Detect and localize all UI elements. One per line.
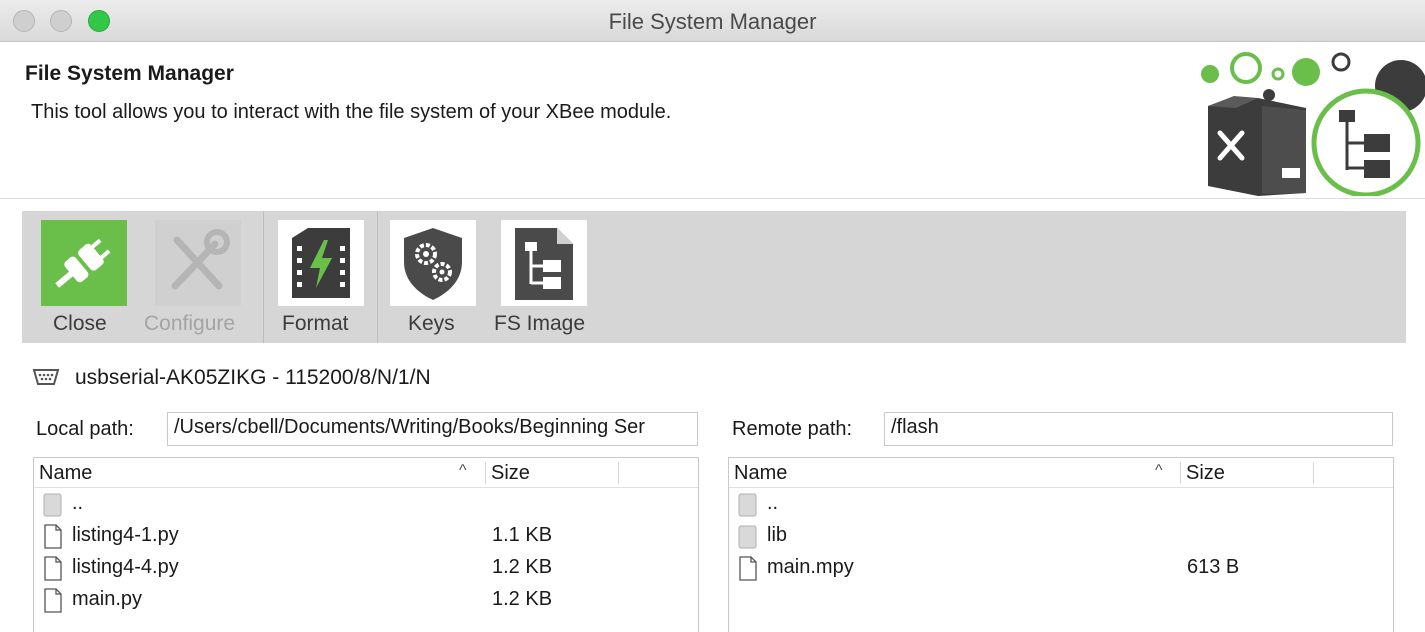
file-name: main.py: [72, 588, 143, 610]
table-header: Name ^ Size: [729, 458, 1393, 488]
file-size: 1.1 KB: [492, 524, 553, 546]
keys-label: Keys: [408, 312, 455, 335]
configure-label: Configure: [144, 312, 236, 335]
wrench-screwdriver-icon: [155, 220, 241, 306]
file-name: ..: [767, 492, 779, 514]
table-row[interactable]: main.py 1.2 KB: [34, 585, 698, 617]
file-name: lib: [767, 524, 788, 546]
toolbar-separator: [263, 211, 264, 343]
close-connection-button[interactable]: Close: [40, 211, 128, 343]
folder-icon: [43, 493, 62, 517]
connection-status: usbserial-AK05ZIKG - 115200/8/N/1/N: [75, 366, 431, 389]
size-column-header[interactable]: Size: [1186, 462, 1225, 485]
local-path-label: Local path:: [36, 418, 134, 440]
sort-ascending-icon[interactable]: ^: [1155, 462, 1163, 480]
name-column-header[interactable]: Name: [39, 462, 92, 485]
size-column-header[interactable]: Size: [491, 462, 530, 485]
file-name: listing4-4.py: [72, 556, 179, 578]
column-divider[interactable]: [1180, 462, 1181, 484]
file-icon: [44, 556, 62, 581]
table-row[interactable]: ..: [34, 489, 698, 521]
file-system-manager-logo: [1201, 52, 1425, 196]
toolbar: Close Configure Format Keys FS Image: [22, 211, 1406, 343]
file-icon: [44, 524, 62, 549]
table-row[interactable]: lib: [729, 521, 1393, 553]
local-file-table[interactable]: Name ^ Size .. listing4-1.py 1.1 KB list…: [33, 457, 699, 632]
file-name: main.mpy: [767, 556, 854, 578]
table-row[interactable]: listing4-1.py 1.1 KB: [34, 521, 698, 553]
serial-port-icon: [32, 369, 60, 385]
file-name: ..: [72, 492, 84, 514]
remote-file-table[interactable]: Name ^ Size .. lib main.mpy 613 B: [728, 457, 1394, 632]
file-size: 1.2 KB: [492, 556, 553, 578]
plug-disconnect-icon: [41, 220, 127, 306]
folder-tree-document-icon: [501, 220, 587, 306]
close-label: Close: [53, 312, 107, 335]
fs-image-label: FS Image: [494, 312, 586, 335]
local-path-input[interactable]: /Users/cbell/Documents/Writing/Books/Beg…: [167, 412, 698, 446]
format-button[interactable]: Format: [278, 211, 364, 343]
file-size: 613 B: [1187, 556, 1240, 578]
folder-icon: [738, 525, 757, 549]
sort-ascending-icon[interactable]: ^: [459, 462, 467, 480]
fs-image-button[interactable]: FS Image: [494, 211, 594, 343]
format-label: Format: [282, 312, 349, 335]
file-icon: [44, 588, 62, 613]
toolbar-separator: [377, 211, 378, 343]
title-bar: File System Manager: [0, 0, 1425, 42]
file-name: listing4-1.py: [72, 524, 179, 546]
column-divider[interactable]: [1313, 462, 1314, 484]
column-divider[interactable]: [485, 462, 486, 484]
table-header: Name ^ Size: [34, 458, 698, 488]
keys-button[interactable]: Keys: [390, 211, 476, 343]
shield-gears-icon: [390, 220, 476, 306]
table-row[interactable]: listing4-4.py 1.2 KB: [34, 553, 698, 585]
configure-button[interactable]: Configure: [142, 211, 254, 343]
remote-path-input[interactable]: /flash: [884, 412, 1393, 446]
header-panel: File System Manager This tool allows you…: [0, 42, 1425, 199]
page-title: File System Manager: [25, 62, 234, 85]
table-row[interactable]: ..: [729, 489, 1393, 521]
remote-path-label: Remote path:: [732, 418, 853, 440]
table-row[interactable]: main.mpy 613 B: [729, 553, 1393, 585]
column-divider[interactable]: [618, 462, 619, 484]
window-title: File System Manager: [608, 9, 817, 34]
name-column-header[interactable]: Name: [734, 462, 787, 485]
memory-chip-lightning-icon: [278, 220, 364, 306]
file-size: 1.2 KB: [492, 588, 553, 610]
folder-icon: [738, 493, 757, 517]
file-icon: [739, 556, 757, 581]
page-description: This tool allows you to interact with th…: [31, 101, 672, 123]
